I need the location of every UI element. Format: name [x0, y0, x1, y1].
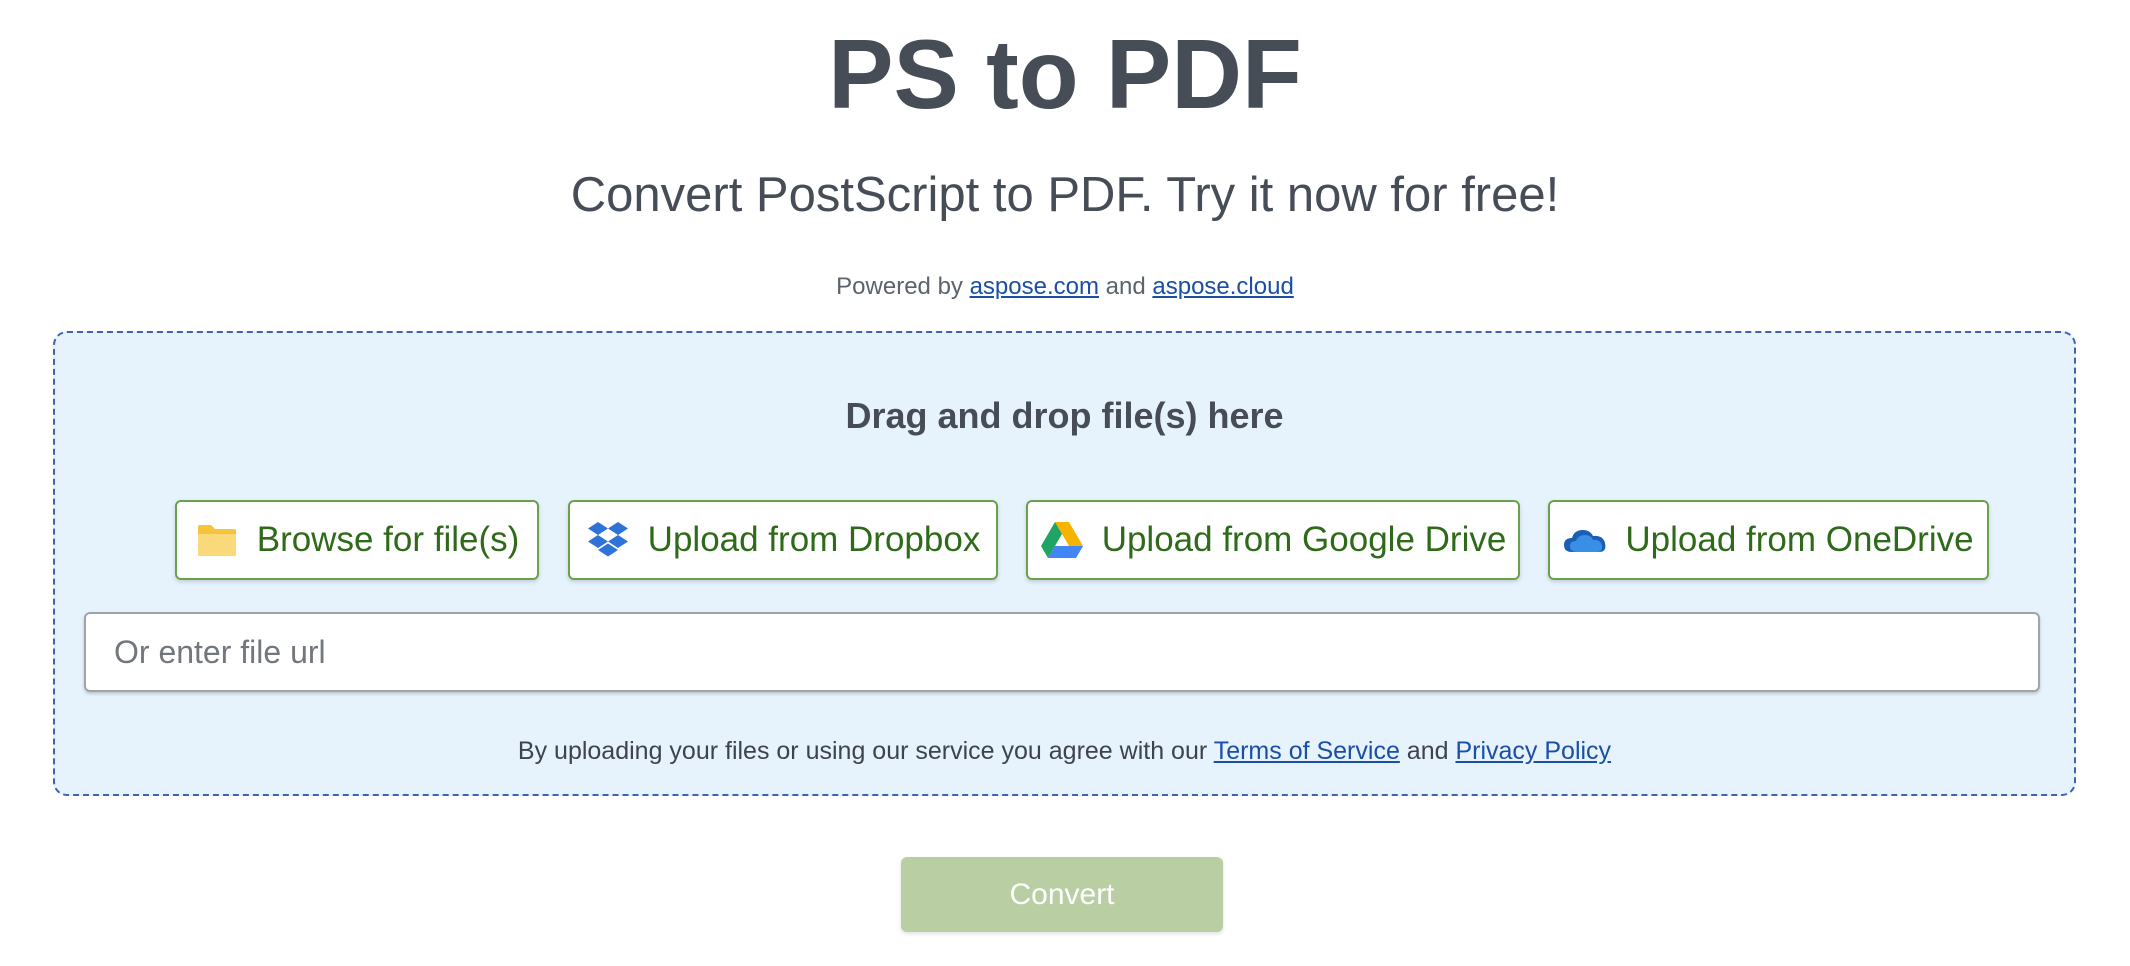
onedrive-icon [1563, 518, 1607, 562]
terms-notice: By uploading your files or using our ser… [55, 733, 2074, 769]
file-dropzone[interactable]: Drag and drop file(s) here Browse for fi… [53, 331, 2076, 796]
page-title: PS to PDF [828, 19, 1302, 129]
upload-dropbox-button[interactable]: Upload from Dropbox [568, 500, 998, 580]
aspose-cloud-link[interactable]: aspose.cloud [1152, 273, 1293, 300]
upload-google-drive-label: Upload from Google Drive [1101, 520, 1507, 559]
powered-by-text: Powered by aspose.com and aspose.cloud [0, 270, 2130, 304]
page-subtitle: Convert PostScript to PDF. Try it now fo… [570, 168, 1560, 222]
upload-google-drive-button[interactable]: Upload from Google Drive [1026, 500, 1520, 580]
privacy-policy-link[interactable]: Privacy Policy [1455, 737, 1611, 765]
terms-and: and [1399, 737, 1456, 765]
convert-button[interactable]: Convert [901, 857, 1223, 932]
file-url-input[interactable] [84, 612, 2040, 692]
terms-of-service-link[interactable]: Terms of Service [1214, 737, 1400, 765]
powered-by-and: and [1098, 273, 1153, 300]
upload-onedrive-button[interactable]: Upload from OneDrive [1548, 500, 1989, 580]
dropbox-icon [586, 518, 630, 562]
upload-onedrive-label: Upload from OneDrive [1625, 520, 1974, 559]
terms-prefix: By uploading your files or using our ser… [517, 737, 1214, 765]
aspose-com-link[interactable]: aspose.com [970, 273, 1099, 300]
browse-files-button[interactable]: Browse for file(s) [175, 500, 539, 580]
browse-files-label: Browse for file(s) [256, 520, 520, 559]
upload-dropbox-label: Upload from Dropbox [647, 520, 981, 559]
powered-by-prefix: Powered by [836, 273, 970, 300]
dropzone-title: Drag and drop file(s) here [845, 395, 1284, 436]
folder-icon [195, 518, 239, 562]
page: PS to PDF Convert PostScript to PDF. Try… [0, 0, 2130, 966]
google-drive-icon [1040, 518, 1084, 562]
